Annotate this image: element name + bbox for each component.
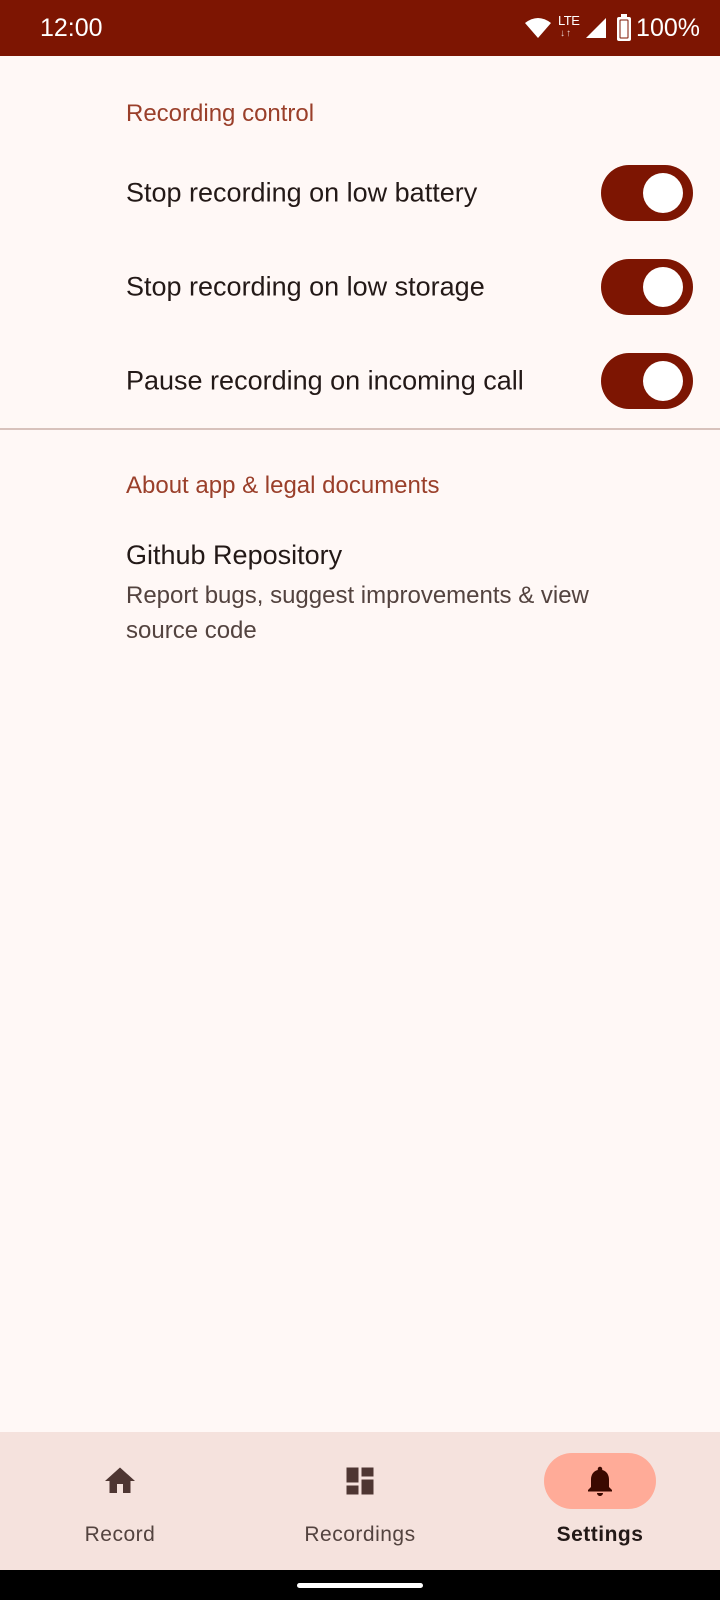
switch-row-low-storage[interactable]: Stop recording on low storage: [0, 242, 720, 332]
bottom-navigation: Record Recordings Settings: [0, 1432, 720, 1570]
status-icons: LTE ↓↑ 100%: [524, 12, 700, 44]
nav-item-recordings[interactable]: Recordings: [240, 1432, 480, 1570]
github-repository-item[interactable]: Github Repository Report bugs, suggest i…: [0, 532, 720, 658]
settings-content: Recording control Stop recording on low …: [0, 56, 720, 1432]
low-storage-toggle[interactable]: [601, 259, 693, 315]
nav-item-settings[interactable]: Settings: [480, 1432, 720, 1570]
home-icon: [102, 1463, 138, 1499]
switch-row-low-battery[interactable]: Stop recording on low battery: [0, 148, 720, 238]
cell-signal-icon: [584, 16, 608, 40]
wifi-icon: [524, 16, 552, 40]
battery-icon: [616, 14, 632, 42]
status-time: 12:00: [40, 14, 103, 42]
section-divider: [0, 428, 720, 430]
switch-label: Stop recording on low storage: [126, 271, 485, 302]
network-type-label: LTE: [558, 13, 580, 28]
section-header-about: About app & legal documents: [126, 472, 440, 499]
dashboard-icon: [342, 1463, 378, 1499]
toggle-thumb: [643, 361, 683, 401]
bell-icon: [582, 1463, 618, 1499]
toggle-thumb: [643, 267, 683, 307]
section-header-recording-control: Recording control: [126, 100, 315, 127]
incoming-call-toggle[interactable]: [601, 353, 693, 409]
nav-item-record[interactable]: Record: [0, 1432, 240, 1570]
low-battery-toggle[interactable]: [601, 165, 693, 221]
toggle-thumb: [643, 173, 683, 213]
battery-percentage: 100%: [636, 14, 700, 42]
switch-label: Pause recording on incoming call: [126, 365, 524, 396]
switch-label: Stop recording on low battery: [126, 177, 478, 208]
nav-label: Settings: [556, 1523, 644, 1546]
status-bar: 12:00 LTE ↓↑ 100%: [0, 0, 720, 56]
nav-label: Recordings: [304, 1523, 416, 1546]
home-gesture-handle[interactable]: [297, 1583, 423, 1588]
lte-icon: LTE ↓↑: [558, 13, 580, 39]
pref-summary: Report bugs, suggest improvements & view…: [126, 582, 589, 644]
gesture-navigation-bar: [0, 1570, 720, 1600]
nav-label: Record: [84, 1523, 156, 1546]
pref-title: Github Repository: [126, 540, 343, 570]
switch-row-incoming-call[interactable]: Pause recording on incoming call: [0, 336, 720, 426]
